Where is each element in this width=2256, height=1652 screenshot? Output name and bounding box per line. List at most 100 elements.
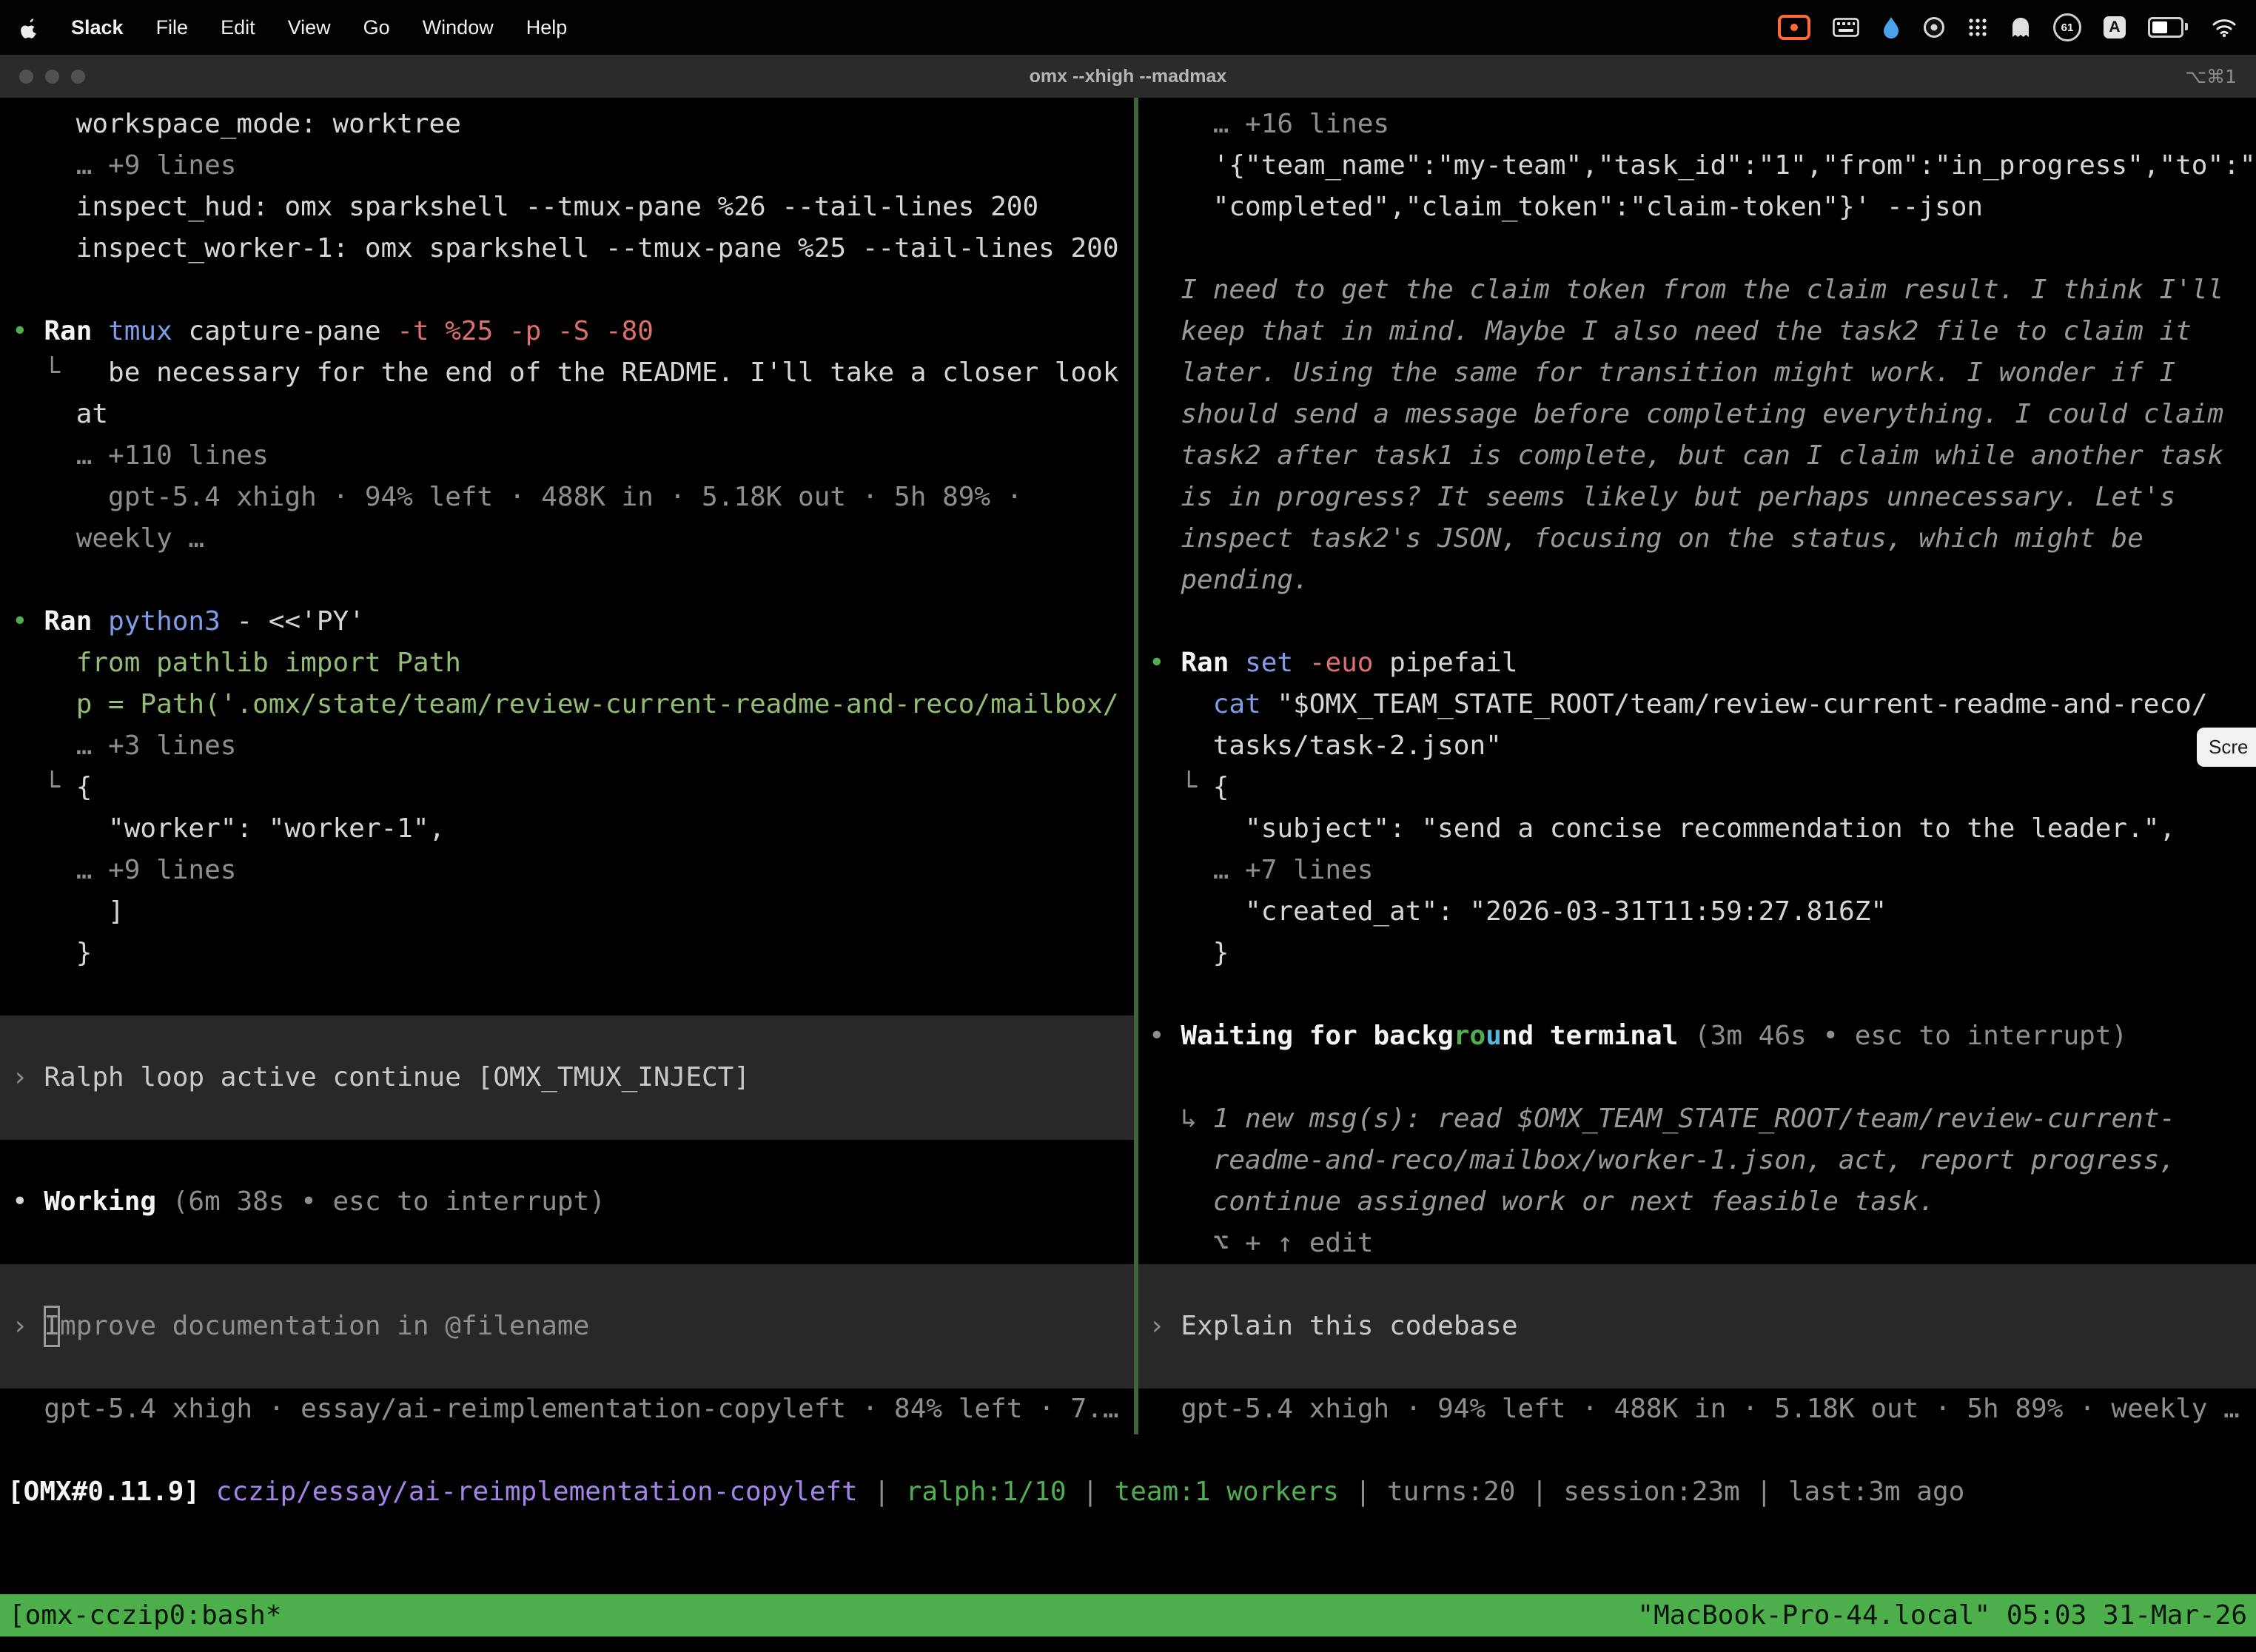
wifi-icon[interactable] xyxy=(2212,18,2237,38)
text-segment: inspect_worker-1: omx sparkshell --tmux-… xyxy=(12,233,1119,263)
screen: Slack File Edit View Go Window Help 61 A xyxy=(0,0,2256,1652)
terminal-row: └ { xyxy=(0,767,1134,808)
text-segment xyxy=(1149,689,1213,719)
terminal-row: weekly … xyxy=(0,518,1134,560)
terminal-row: … +16 lines xyxy=(1138,104,2256,145)
apple-menu[interactable] xyxy=(19,16,38,38)
text-segment: inspect_hud: omx sparkshell --tmux-pane … xyxy=(12,192,1038,222)
text-segment: └ xyxy=(1149,772,1213,802)
status-segment: session:23m xyxy=(1563,1477,1739,1507)
terminal-row: } xyxy=(1138,933,2256,974)
text-segment: should send a message before completing … xyxy=(1149,399,2223,429)
keyboard-icon[interactable] xyxy=(1833,18,1859,37)
tmux-pane-left[interactable]: workspace_mode: worktree … +9 lines insp… xyxy=(0,98,1134,1434)
terminal-row: } xyxy=(0,933,1134,974)
prompt-band-row[interactable]: › Ralph loop active continue [OMX_TMUX_I… xyxy=(0,1057,1134,1098)
text-segment: ] xyxy=(12,896,124,927)
text-segment: • xyxy=(1149,1021,1181,1051)
menu-edit[interactable]: Edit xyxy=(221,0,255,55)
terminal-row: should send a message before completing … xyxy=(1138,394,2256,435)
terminal-row: at xyxy=(0,394,1134,435)
text-segment: readme-and-reco/mailbox/worker-1.json, a… xyxy=(1149,1145,2175,1175)
menu-view[interactable]: View xyxy=(288,0,331,55)
terminal-row: from pathlib import Path xyxy=(0,642,1134,684)
terminal-row: tasks/task-2.json" xyxy=(1138,725,2256,767)
terminal-row: is in progress? It seems likely but perh… xyxy=(1138,477,2256,518)
menu-go[interactable]: Go xyxy=(363,0,390,55)
text-segment: "subject": "send a concise recommendatio… xyxy=(1149,813,2175,844)
text-segment: gpt-5.4 xhigh · 94% left · 488K in · 5.1… xyxy=(12,482,1022,512)
text-segment: › xyxy=(12,1311,44,1341)
input-source-letter: A xyxy=(2109,19,2120,36)
text-segment: └ xyxy=(12,357,108,388)
text-segment: "completed","claim_token":"claim-token"}… xyxy=(1149,192,1983,222)
prompt-band-row[interactable] xyxy=(0,1015,1134,1057)
text-segment: be necessary for the end of the README. … xyxy=(108,357,1118,388)
text-segment: … +16 lines xyxy=(1149,109,1389,139)
terminal-row: workspace_mode: worktree xyxy=(0,104,1134,145)
zoom-button[interactable] xyxy=(71,70,85,84)
terminal-row: "subject": "send a concise recommendatio… xyxy=(1138,808,2256,850)
text-segment: … +7 lines xyxy=(1149,855,1373,885)
text-segment: … +9 lines xyxy=(12,150,236,181)
text-segment: "$OMX_TEAM_STATE_ROOT/team/review-curren… xyxy=(1277,689,2207,719)
prompt-band-row[interactable]: › Explain this codebase xyxy=(1138,1306,2256,1347)
status-segment: last:3m ago xyxy=(1788,1477,1964,1507)
text-segment: continue assigned work or next feasible … xyxy=(1149,1186,1935,1217)
terminal-row xyxy=(0,974,1134,1015)
terminal-row: inspect task2's JSON, focusing on the st… xyxy=(1138,518,2256,560)
terminal-row: • Ran python3 - <<'PY' xyxy=(0,601,1134,642)
menu-window[interactable]: Window xyxy=(423,0,494,55)
prompt-band-row[interactable]: › Improve documentation in @filename xyxy=(0,1306,1134,1347)
close-button[interactable] xyxy=(19,70,33,84)
status-segment: | xyxy=(858,1477,906,1507)
prompt-band-row[interactable] xyxy=(1138,1347,2256,1389)
app-circle-icon[interactable] xyxy=(1923,16,1945,38)
prompt-band-row[interactable] xyxy=(0,1098,1134,1140)
battery-icon[interactable] xyxy=(2148,17,2183,38)
menu-file[interactable]: File xyxy=(156,0,189,55)
tmux-pane-right[interactable]: … +16 lines '{"team_name":"my-team","tas… xyxy=(1138,98,2256,1434)
text-segment: workspace_mode: worktree xyxy=(12,109,461,139)
terminal-row: … +9 lines xyxy=(0,145,1134,187)
text-segment: { xyxy=(1213,772,1229,802)
status-segment: ralph:1/10 xyxy=(906,1477,1067,1507)
terminal-row: • Ran tmux capture-pane -t %25 -p -S -80 xyxy=(0,311,1134,352)
status-segment: | xyxy=(1515,1477,1563,1507)
battery-gauge-icon[interactable]: 61 xyxy=(2053,13,2081,41)
text-segment: "created_at": "2026-03-31T11:59:27.816Z" xyxy=(1149,896,1887,927)
terminal-row: ↳ 1 new msg(s): read $OMX_TEAM_STATE_ROO… xyxy=(1138,1098,2256,1140)
terminal: workspace_mode: worktree … +9 lines insp… xyxy=(0,98,2256,1434)
ghost-icon[interactable] xyxy=(2010,16,2031,38)
input-source-icon[interactable]: A xyxy=(2104,16,2126,38)
screen-share-tooltip: Scre xyxy=(2197,728,2256,767)
text-segment: 1 new msg(s): read $OMX_TEAM_STATE_ROOT/… xyxy=(1213,1104,2175,1134)
prompt-band-row[interactable] xyxy=(0,1264,1134,1306)
text-segment: later. Using the same for transition mig… xyxy=(1149,357,2175,388)
text-segment: tasks/task-2.json" xyxy=(1149,731,1502,761)
terminal-row: '{"team_name":"my-team","task_id":"1","f… xyxy=(1138,145,2256,187)
text-segment: '{"team_name":"my-team","task_id":"1","f… xyxy=(1149,150,2256,181)
text-segment: › xyxy=(1149,1311,1181,1341)
drop-icon[interactable] xyxy=(1881,16,1901,39)
app-menu-slack[interactable]: Slack xyxy=(71,0,124,55)
terminal-row xyxy=(0,1140,1134,1181)
dots-grid-icon[interactable] xyxy=(1967,17,1988,38)
terminal-row xyxy=(0,560,1134,601)
battery-percent: 61 xyxy=(2061,21,2074,34)
prompt-band-row[interactable] xyxy=(1138,1264,2256,1306)
terminal-row: later. Using the same for transition mig… xyxy=(1138,352,2256,394)
status-segment: cczip/essay/ai-reimplementation-copyleft xyxy=(216,1477,858,1507)
terminal-row: inspect_worker-1: omx sparkshell --tmux-… xyxy=(0,228,1134,269)
text-segment: capture-pane xyxy=(188,316,397,346)
terminal-row xyxy=(0,1223,1134,1264)
screen-recording-indicator[interactable] xyxy=(1778,15,1810,40)
menu-help[interactable]: Help xyxy=(526,0,568,55)
minimize-button[interactable] xyxy=(45,70,59,84)
terminal-row: readme-and-reco/mailbox/worker-1.json, a… xyxy=(1138,1140,2256,1181)
terminal-row: … +110 lines xyxy=(0,435,1134,477)
prompt-band-row[interactable] xyxy=(0,1347,1134,1389)
tmux-host-clock: "MacBook-Pro-44.local" 05:03 31-Mar-26 xyxy=(1637,1594,2247,1636)
text-segment: › xyxy=(12,1062,44,1092)
text-segment: is in progress? It seems likely but perh… xyxy=(1149,482,2175,512)
